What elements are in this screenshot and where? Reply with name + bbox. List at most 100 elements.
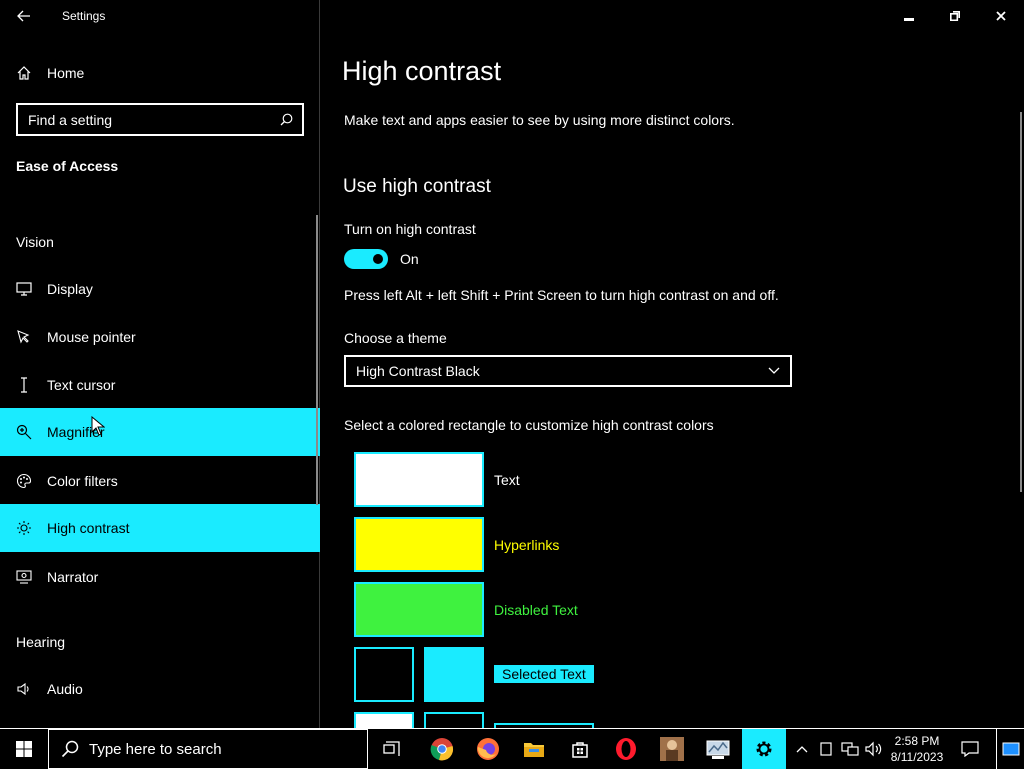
taskbar: Type here to search 2:58 PM 8/11/2023	[0, 728, 1024, 769]
tray-volume[interactable]	[862, 729, 886, 769]
main-scrollbar[interactable]	[1020, 112, 1022, 492]
clock-date: 8/11/2023	[890, 750, 944, 764]
disabled-text-color-swatch[interactable]	[354, 582, 484, 637]
high-contrast-toggle[interactable]	[344, 249, 388, 269]
tray-battery[interactable]	[816, 729, 836, 769]
store-app[interactable]	[558, 729, 602, 769]
nav-high-contrast[interactable]: High contrast	[0, 504, 320, 552]
chrome-icon	[430, 738, 454, 761]
search-input[interactable]	[18, 105, 268, 134]
category-title: Ease of Access	[16, 158, 119, 174]
narrator-icon	[16, 569, 32, 585]
opera-app[interactable]	[604, 729, 648, 769]
photo-app[interactable]	[650, 729, 694, 769]
network-icon	[841, 742, 859, 756]
page-description: Make text and apps easier to see by usin…	[344, 112, 735, 128]
firefox-app[interactable]	[466, 729, 510, 769]
text-cursor-icon	[16, 377, 32, 393]
tablet-icon	[820, 742, 832, 756]
nav-text-cursor[interactable]: Text cursor	[0, 361, 320, 409]
toggle-knob	[373, 254, 383, 264]
nav-color-filters[interactable]: Color filters	[0, 457, 320, 505]
chrome-app[interactable]	[420, 729, 464, 769]
shortcut-text: Press left Alt + left Shift + Print Scre…	[344, 287, 779, 303]
monitor-icon	[16, 281, 32, 297]
photo-thumbnail-icon	[660, 737, 684, 761]
hyperlinks-color-swatch[interactable]	[354, 517, 484, 572]
nav-label: Display	[47, 281, 93, 297]
speaker-icon	[16, 681, 32, 697]
nav-label: Audio	[47, 681, 83, 697]
search-icon[interactable]	[280, 113, 293, 126]
section-title: Use high contrast	[343, 176, 491, 197]
nav-label: Color filters	[47, 473, 118, 489]
volume-icon	[865, 741, 882, 757]
nav-home[interactable]: Home	[0, 49, 320, 97]
nav-mouse-pointer[interactable]: Mouse pointer	[0, 313, 320, 361]
show-hidden-icons-button[interactable]	[790, 729, 814, 769]
toggle-state: On	[400, 251, 419, 267]
tray-network[interactable]	[838, 729, 862, 769]
minimize-icon	[904, 18, 914, 21]
hyperlinks-color-label: Hyperlinks	[494, 537, 560, 553]
restore-button[interactable]	[932, 0, 978, 32]
store-icon	[572, 742, 588, 758]
clock-time: 2:58 PM	[894, 734, 940, 748]
system-app[interactable]	[696, 729, 740, 769]
gear-icon	[756, 741, 772, 757]
disabled-text-color-label: Disabled Text	[494, 602, 578, 618]
settings-app[interactable]	[742, 729, 786, 769]
nav-magnifier[interactable]: Magnifier	[0, 408, 320, 456]
nav-audio[interactable]: Audio	[0, 665, 320, 713]
palette-icon	[16, 473, 32, 489]
nav-narrator[interactable]: Narrator	[0, 553, 320, 601]
restore-icon	[950, 11, 960, 21]
button-face-swatch[interactable]	[424, 712, 484, 728]
chevron-up-icon	[796, 746, 808, 753]
chevron-down-icon	[768, 367, 780, 374]
task-view-icon	[383, 741, 400, 756]
home-icon	[16, 65, 32, 81]
minimize-button[interactable]	[886, 0, 932, 32]
selected-text-label: Selected Text	[494, 665, 594, 683]
mouse-cursor-icon	[91, 416, 105, 436]
text-color-label: Text	[494, 472, 520, 488]
text-color-swatch[interactable]	[354, 452, 484, 507]
nav-label: Text cursor	[47, 377, 116, 393]
selected-text-fg-swatch[interactable]	[354, 647, 414, 702]
selected-text-bg-swatch[interactable]	[424, 647, 484, 702]
nav-label: Mouse pointer	[47, 329, 136, 345]
taskbar-search-placeholder: Type here to search	[89, 740, 222, 758]
sidebar-scrollbar[interactable]	[316, 215, 318, 505]
page-title: High contrast	[342, 56, 502, 86]
theme-value: High Contrast Black	[356, 363, 480, 379]
file-explorer-app[interactable]	[512, 729, 556, 769]
clock[interactable]: 2:58 PM 8/11/2023	[887, 729, 947, 769]
firefox-icon	[477, 738, 499, 760]
system-monitor-icon	[706, 740, 730, 759]
folder-icon	[524, 743, 544, 757]
colors-label: Select a colored rectangle to customize …	[344, 417, 714, 433]
start-button[interactable]	[0, 729, 48, 769]
sidebar: Home Ease of Access Vision Display Mouse…	[0, 0, 320, 728]
button-text-swatch[interactable]	[354, 712, 414, 728]
notification-icon	[961, 741, 979, 757]
action-center-button[interactable]	[954, 729, 986, 769]
magnifier-icon	[16, 424, 32, 440]
task-view-button[interactable]	[370, 729, 414, 769]
nav-display[interactable]: Display	[0, 265, 320, 313]
search-icon	[61, 740, 79, 758]
theme-dropdown[interactable]: High Contrast Black	[344, 355, 792, 387]
sun-icon	[16, 520, 32, 536]
hearing-heading: Hearing	[16, 634, 66, 650]
close-icon	[996, 11, 1006, 21]
nav-label: Narrator	[47, 569, 99, 585]
theme-label: Choose a theme	[344, 330, 447, 346]
mouse-pointer-icon	[16, 329, 32, 345]
vision-heading: Vision	[16, 234, 54, 250]
taskbar-search[interactable]: Type here to search	[48, 729, 368, 769]
close-button[interactable]	[978, 0, 1024, 32]
show-desktop-button[interactable]	[996, 729, 1024, 769]
settings-search[interactable]	[16, 103, 304, 136]
opera-icon	[616, 738, 636, 760]
